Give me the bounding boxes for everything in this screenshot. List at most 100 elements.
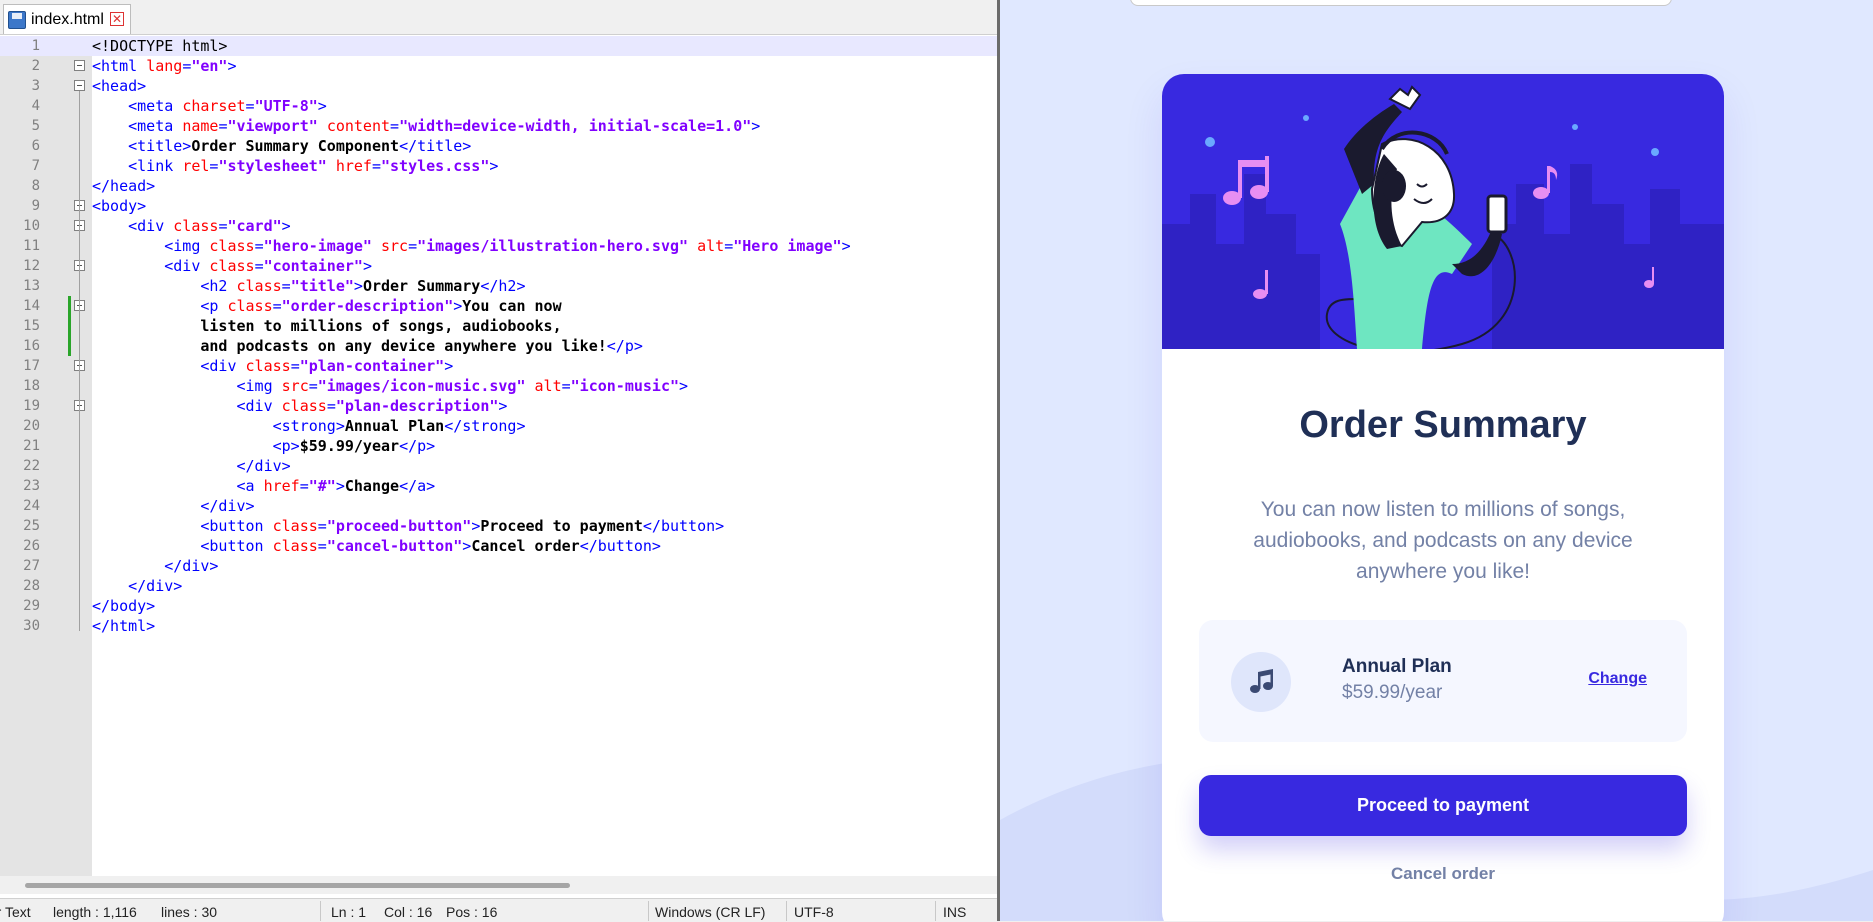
- change-history-marker: [68, 296, 71, 356]
- code-token: <img: [164, 237, 210, 255]
- code-token: name: [182, 117, 219, 135]
- code-token: </button>: [642, 517, 725, 535]
- code-line[interactable]: 18 <img src="images/icon-music.svg" alt=…: [0, 376, 997, 396]
- code-line[interactable]: 15 listen to millions of songs, audioboo…: [0, 316, 997, 336]
- code-line[interactable]: 23 <a href="#">Change</a>: [0, 476, 997, 496]
- code-token: href: [263, 477, 300, 495]
- code-token: </a>: [399, 477, 436, 495]
- code-line[interactable]: 10 <div class="card">: [0, 216, 997, 236]
- line-number: 7: [31, 158, 40, 174]
- code-token: =: [317, 517, 327, 535]
- code-text: <img src="images/icon-music.svg" alt="ic…: [92, 376, 689, 396]
- code-line[interactable]: 26 <button class="cancel-button">Cancel …: [0, 536, 997, 556]
- code-text: </div>: [92, 496, 255, 516]
- code-line[interactable]: 8 </head>: [0, 176, 997, 196]
- code-token: </p>: [606, 337, 643, 355]
- fold-toggle-icon[interactable]: [74, 60, 85, 71]
- code-token: <title>: [128, 137, 192, 155]
- code-text: <html lang="en">: [92, 56, 237, 76]
- close-tab-icon[interactable]: ✕: [110, 12, 124, 26]
- code-line[interactable]: 28 </div>: [0, 576, 997, 596]
- code-line[interactable]: 9 <body>: [0, 196, 997, 216]
- code-token: =: [308, 377, 318, 395]
- line-number: 28: [23, 578, 40, 594]
- code-line[interactable]: 2 <html lang="en">: [0, 56, 997, 76]
- code-line[interactable]: 21 <p>$59.99/year</p>: [0, 436, 997, 456]
- code-token: Annual Plan: [344, 417, 445, 435]
- code-line[interactable]: 25 <button class="proceed-button">Procee…: [0, 516, 997, 536]
- code-line[interactable]: 20 <strong>Annual Plan</strong>: [0, 416, 997, 436]
- code-line[interactable]: 6 <title>Order Summary Component</title>: [0, 136, 997, 156]
- code-line[interactable]: 30 </html>: [0, 616, 997, 636]
- code-text: </div>: [92, 576, 182, 596]
- code-line[interactable]: 17 <div class="plan-container">: [0, 356, 997, 376]
- code-token: "title": [290, 277, 354, 295]
- code-token: </button>: [579, 537, 661, 555]
- code-line[interactable]: 13 <h2 class="title">Order Summary</h2>: [0, 276, 997, 296]
- address-bar[interactable]: [1130, 0, 1672, 6]
- code-token: Order Summary Component: [191, 137, 400, 155]
- line-number: 24: [23, 498, 40, 514]
- code-line[interactable]: 14 <p class="order-description">You can …: [0, 296, 997, 316]
- code-line[interactable]: 27 </div>: [0, 556, 997, 576]
- code-token: >: [281, 217, 291, 235]
- code-token: >: [444, 357, 454, 375]
- code-line[interactable]: 29 </body>: [0, 596, 997, 616]
- code-line[interactable]: 1 <!DOCTYPE html>: [0, 36, 997, 56]
- code-token: =: [245, 97, 255, 115]
- tab-index-html[interactable]: index.html ✕: [3, 4, 131, 34]
- code-line[interactable]: 19 <div class="plan-description">: [0, 396, 997, 416]
- code-token: alt: [534, 377, 562, 395]
- code-line[interactable]: 4 <meta charset="UTF-8">: [0, 96, 997, 116]
- code-token: class: [272, 517, 318, 535]
- line-number: 11: [23, 238, 40, 254]
- code-token: class: [209, 237, 255, 255]
- status-ln: Ln : 1: [331, 904, 367, 920]
- line-number: 29: [23, 598, 40, 614]
- code-text: <body>: [92, 196, 146, 216]
- scrollbar-thumb[interactable]: [25, 883, 570, 888]
- line-number: 21: [23, 438, 40, 454]
- cancel-order-button[interactable]: Cancel order: [1199, 864, 1687, 884]
- code-token: <meta: [128, 97, 183, 115]
- order-description: You can now listen to millions of songs,…: [1253, 498, 1633, 583]
- code-token: <body>: [92, 197, 147, 215]
- line-number: 30: [23, 618, 40, 634]
- code-line[interactable]: 22 </div>: [0, 456, 997, 476]
- code-line[interactable]: 12 <div class="container">: [0, 256, 997, 276]
- code-token: </div>: [164, 557, 219, 575]
- code-token: <div: [164, 257, 210, 275]
- code-line[interactable]: 3 <head>: [0, 76, 997, 96]
- line-number: 13: [23, 278, 40, 294]
- horizontal-scrollbar[interactable]: [0, 876, 997, 894]
- plan-price: $59.99/year: [1342, 682, 1443, 703]
- status-separator: [648, 901, 649, 921]
- code-area[interactable]: 1 <!DOCTYPE html> 2 <html lang="en"> 3 <head>…: [0, 36, 997, 876]
- code-token: "cancel-button": [326, 537, 463, 555]
- code-token: You can now: [462, 297, 562, 315]
- status-col: Col : 16: [384, 904, 433, 920]
- code-token: href: [335, 157, 372, 175]
- code-line[interactable]: 11 <img class="hero-image" src="images/i…: [0, 236, 997, 256]
- status-lines: lines : 30: [161, 904, 218, 920]
- code-line[interactable]: 16 and podcasts on any device anywhere y…: [0, 336, 997, 356]
- code-line[interactable]: 5 <meta name="viewport" content="width=d…: [0, 116, 997, 136]
- change-plan-link[interactable]: Change: [1588, 670, 1647, 688]
- code-line[interactable]: 7 <link rel="stylesheet" href="styles.cs…: [0, 156, 997, 176]
- code-token: <html: [92, 57, 147, 75]
- code-token: "#": [308, 477, 336, 495]
- code-token: and podcasts on any device anywhere you …: [92, 337, 607, 355]
- fold-toggle-icon[interactable]: [74, 80, 85, 91]
- code-line[interactable]: 24 </div>: [0, 496, 997, 516]
- code-token: </div>: [200, 497, 255, 515]
- line-number: 19: [23, 398, 40, 414]
- order-summary-title: Order Summary: [1299, 404, 1587, 446]
- proceed-to-payment-button[interactable]: Proceed to payment: [1199, 775, 1687, 836]
